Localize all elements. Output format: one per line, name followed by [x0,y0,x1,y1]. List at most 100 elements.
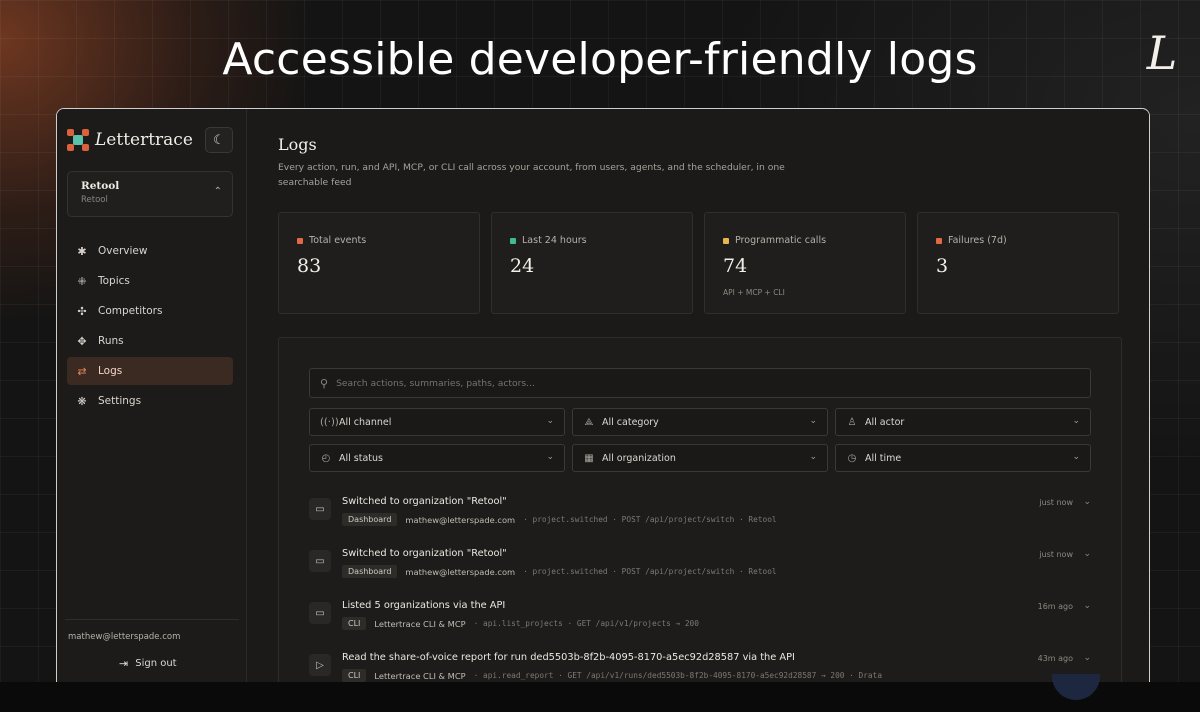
sidebar-item-logs[interactable]: ⇄ Logs [67,357,233,385]
sidebar-item-competitors[interactable]: ✣ Competitors [67,297,233,325]
chevron-down-icon: ⌄ [809,416,817,426]
filter-label: All status [339,452,383,464]
search-box[interactable]: ⚲ [309,368,1091,398]
main-content: Logs Every action, run, and API, MCP, or… [248,109,1149,682]
stat-label: Programmatic calls [735,235,827,246]
stat-value: 74 [723,255,748,277]
chevron-down-icon[interactable]: ⌄ [1083,653,1091,663]
sidebar-item-overview[interactable]: ✱ Overview [67,237,233,265]
stat-value: 24 [510,255,535,277]
sidebar-item-topics[interactable]: ⁜ Topics [67,267,233,295]
sidebar-item-label: Settings [98,395,142,407]
stat-card-last-24-hours: Last 24 hours 24 [491,212,693,314]
sidebar-item-label: Topics [98,275,130,287]
status-dot [510,237,516,244]
sidebar-item-settings[interactable]: ❋ Settings [67,387,233,415]
chevron-down-icon[interactable]: ⌄ [1083,601,1091,611]
lettertrace-logo-icon [67,129,89,151]
search-input[interactable] [336,377,1057,389]
status-dot [297,237,303,244]
topics-icon: ⁜ [77,274,87,288]
theme-toggle-button[interactable]: ☾ [205,127,233,153]
channel-chip: CLI [342,617,367,630]
sign-out-icon: ⇥ [119,657,129,670]
log-time: just now [1039,550,1073,559]
organization-icon: ▦ [584,452,594,464]
runs-icon: ✥ [77,334,87,348]
chevron-up-down-icon: ⌃ [213,186,222,197]
sidebar-divider [65,619,239,620]
settings-icon: ❋ [77,394,87,408]
log-detail: · api.list_projects · GET /api/v1/projec… [473,619,699,628]
stat-card-total-events: Total events 83 [278,212,480,314]
chevron-down-icon: ⌄ [1072,452,1080,462]
clock-icon: ◷ [847,452,857,464]
filter-label: All category [602,416,659,428]
stat-card-failures: Failures (7d) 3 [917,212,1119,314]
play-icon: ▷ [309,654,331,676]
log-time: 43m ago [1037,654,1073,663]
filter-actor[interactable]: ♙ All actor ⌄ [835,408,1091,436]
folder-icon: ▭ [309,602,331,624]
sidebar-item-label: Runs [98,335,124,347]
filter-channel[interactable]: ((·)) All channel ⌄ [309,408,565,436]
page-description: Every action, run, and API, MCP, or CLI … [278,162,785,188]
log-actor: Lettertrace CLI & MCP [374,670,466,681]
log-title: Switched to organization "Retool" [342,496,507,507]
sign-out-button[interactable]: ⇥ Sign out [119,657,177,670]
organization-switcher[interactable]: Retool Retool ⌃ [67,171,233,217]
filter-label: All channel [339,416,392,428]
log-title: Switched to organization "Retool" [342,548,507,559]
stat-label: Total events [309,235,367,246]
log-row[interactable]: ▭ Switched to organization "Retool" Dash… [309,496,1091,540]
sign-out-label: Sign out [135,658,177,669]
chevron-down-icon[interactable]: ⌄ [1083,549,1091,559]
competitors-icon: ✣ [77,304,87,318]
chevron-down-icon: ⌄ [1072,416,1080,426]
sidebar-nav: ✱ Overview ⁜ Topics ✣ Competitors ✥ Runs… [67,237,233,417]
status-dot [723,237,729,244]
log-row[interactable]: ▭ Switched to organization "Retool" Dash… [309,548,1091,592]
stat-subtitle: API + MCP + CLI [723,288,785,297]
filter-label: All organization [602,452,676,464]
chevron-down-icon: ⌄ [546,452,554,462]
stat-label: Last 24 hours [522,235,587,246]
sidebar-item-label: Overview [98,245,148,257]
log-actor: mathew@letterspade.com [405,566,516,577]
filter-category[interactable]: ⟁ All category ⌄ [572,408,828,436]
filter-time[interactable]: ◷ All time ⌄ [835,444,1091,472]
overview-icon: ✱ [77,244,87,258]
stat-card-programmatic-calls: Programmatic calls 74 API + MCP + CLI [704,212,906,314]
chevron-down-icon: ⌄ [546,416,554,426]
logs-icon: ⇄ [77,364,87,378]
sidebar-item-label: Competitors [98,305,163,317]
log-detail: · project.switched · POST /api/project/s… [523,567,777,576]
filter-organization[interactable]: ▦ All organization ⌄ [572,444,828,472]
channel-chip: CLI [342,669,367,682]
sidebar-item-runs[interactable]: ✥ Runs [67,327,233,355]
log-detail: · api.read_report · GET /api/v1/runs/ded… [473,671,883,680]
log-actor: mathew@letterspade.com [405,514,516,525]
log-time: 16m ago [1037,602,1073,611]
status-dot [936,237,942,244]
chevron-down-icon: ⌄ [809,452,817,462]
log-actor: Lettertrace CLI & MCP [374,618,466,629]
user-email: mathew@letterspade.com [68,632,181,642]
log-detail: · project.switched · POST /api/project/s… [523,515,777,524]
log-row[interactable]: ▷ Read the share-of-voice report for run… [309,652,1091,682]
moon-icon: ☾ [213,132,225,148]
status-icon: ◴ [321,452,331,464]
org-name: Retool [81,180,120,192]
brand-logo[interactable]: Lettertrace [67,127,193,153]
log-row[interactable]: ▭ Listed 5 organizations via the API CLI… [309,600,1091,644]
channel-icon: ((·)) [320,416,339,428]
org-subtitle: Retool [81,195,108,205]
chevron-down-icon[interactable]: ⌄ [1083,497,1091,507]
search-icon: ⚲ [320,376,329,390]
stat-value: 83 [297,255,322,277]
filter-label: All time [865,452,902,464]
filter-label: All actor [865,416,905,428]
sidebar: Lettertrace ☾ Retool Retool ⌃ ✱ Overview… [57,109,247,682]
filter-status[interactable]: ◴ All status ⌄ [309,444,565,472]
channel-chip: Dashboard [342,565,398,578]
